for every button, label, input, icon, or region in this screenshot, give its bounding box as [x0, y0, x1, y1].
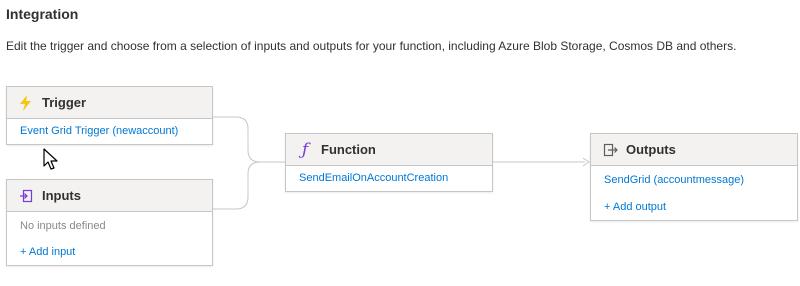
- add-output-button[interactable]: + Add output: [604, 201, 666, 213]
- output-arrow-icon: [602, 142, 618, 158]
- mouse-cursor-icon: [43, 148, 58, 170]
- inputs-empty-text: No inputs defined: [20, 220, 106, 232]
- function-card: ƒ Function SendEmailOnAccountCreation: [285, 133, 493, 192]
- trigger-item-link[interactable]: Event Grid Trigger (newaccount): [20, 125, 178, 137]
- trigger-card: Trigger Event Grid Trigger (newaccount): [6, 86, 213, 145]
- outputs-item-link[interactable]: SendGrid (accountmessage): [604, 174, 744, 186]
- function-header: ƒ Function: [286, 134, 492, 166]
- outputs-header: Outputs: [591, 134, 797, 166]
- trigger-title: Trigger: [42, 95, 87, 110]
- lightning-icon: [18, 94, 34, 111]
- add-input-button[interactable]: + Add input: [20, 246, 75, 258]
- trigger-header: Trigger: [7, 87, 212, 119]
- function-title: Function: [321, 142, 376, 157]
- outputs-card: Outputs SendGrid (accountmessage) + Add …: [590, 133, 798, 221]
- function-f-icon: ƒ: [301, 139, 309, 160]
- input-arrow-icon: [18, 188, 34, 204]
- inputs-header: Inputs: [7, 180, 212, 212]
- inputs-card: Inputs No inputs defined + Add input: [6, 179, 213, 266]
- inputs-title: Inputs: [42, 188, 81, 203]
- outputs-title: Outputs: [626, 142, 676, 157]
- function-item-link[interactable]: SendEmailOnAccountCreation: [299, 172, 448, 184]
